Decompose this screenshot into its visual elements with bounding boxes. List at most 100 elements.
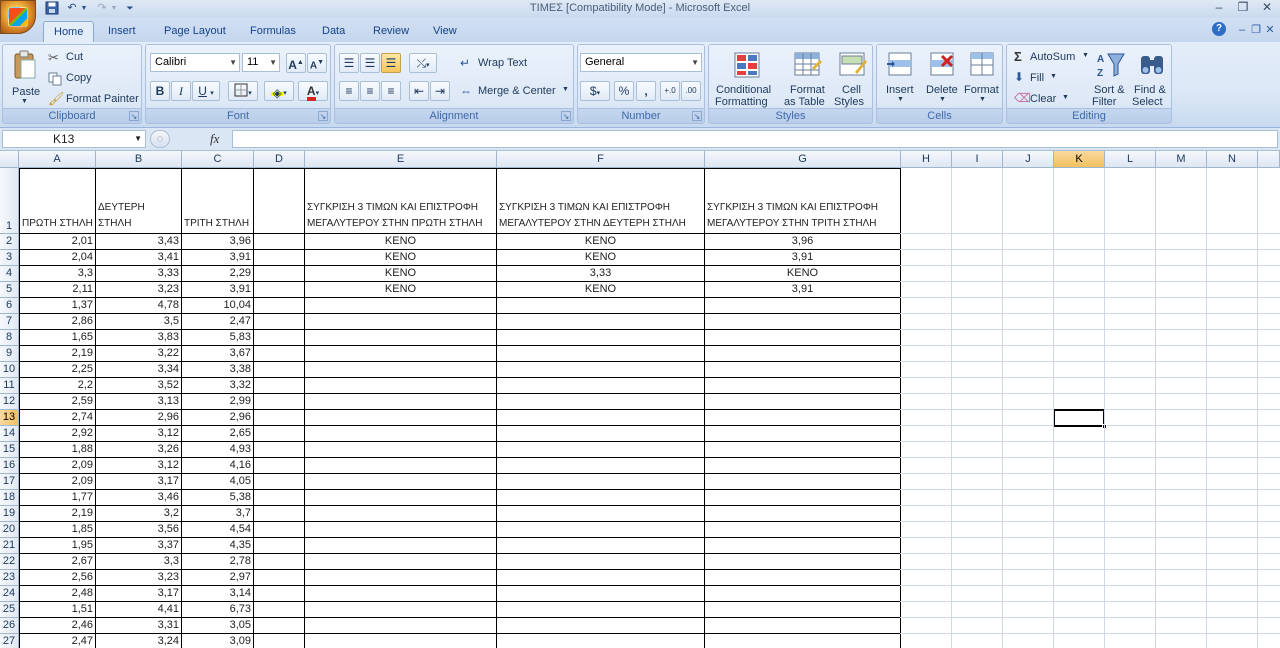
cell-b9[interactable]: 3,22 [96,346,182,362]
align-center-button[interactable]: ≡ [360,81,380,101]
cell-g11[interactable] [705,378,901,394]
cell-g25[interactable] [705,602,901,618]
cell-e13[interactable] [305,410,497,426]
align-right-button[interactable]: ≡ [381,81,401,101]
cell-b4[interactable]: 3,33 [96,266,182,282]
cell-d23[interactable] [254,570,305,586]
font-size-combo[interactable]: 11 ▼ [242,53,280,72]
cell-d3[interactable] [254,250,305,266]
cell-d13[interactable] [254,410,305,426]
row-header-9[interactable]: 9 [0,346,19,362]
cell-b14[interactable]: 3,12 [96,426,182,442]
cell-d14[interactable] [254,426,305,442]
cell-e5[interactable]: ΚΕΝΟ [305,282,497,298]
row-header-26[interactable]: 26 [0,618,19,634]
cell-f4[interactable]: 3,33 [497,266,705,282]
cell-c2[interactable]: 3,96 [182,234,254,250]
cell-d7[interactable] [254,314,305,330]
italic-button[interactable]: I [171,81,191,101]
cell-e11[interactable] [305,378,497,394]
row-header-14[interactable]: 14 [0,426,19,442]
cell-a11[interactable]: 2,2 [19,378,96,394]
cell-f17[interactable] [497,474,705,490]
column-header-b[interactable]: B [96,151,182,168]
cell-f15[interactable] [497,442,705,458]
column-header-g[interactable]: G [705,151,901,168]
cell-d12[interactable] [254,394,305,410]
cell-d22[interactable] [254,554,305,570]
cell-d24[interactable] [254,586,305,602]
cell-b6[interactable]: 4,78 [96,298,182,314]
row-header-11[interactable]: 11 [0,378,19,394]
borders-button[interactable]: ▾ [228,81,258,101]
wrap-text-button[interactable]: ↵ Wrap Text [457,53,569,73]
cell-g2[interactable]: 3,96 [705,234,901,250]
cell-styles-button[interactable]: Cell Styles [831,47,871,108]
cell-b5[interactable]: 3,23 [96,282,182,298]
cell-f26[interactable] [497,618,705,634]
cell-a26[interactable]: 2,46 [19,618,96,634]
clear-button[interactable]: ⌫ Clear ▼ [1011,89,1075,109]
cell-f9[interactable] [497,346,705,362]
cell-e3[interactable]: ΚΕΝΟ [305,250,497,266]
cell-g17[interactable] [705,474,901,490]
row-header-23[interactable]: 23 [0,570,19,586]
font-launcher-icon[interactable]: ↘ [318,111,328,121]
row-header-7[interactable]: 7 [0,314,19,330]
cell-f10[interactable] [497,362,705,378]
tab-view[interactable]: View [423,21,467,42]
align-top-button[interactable]: ☰ [339,53,359,73]
cell-e24[interactable] [305,586,497,602]
cell-c13[interactable]: 2,96 [182,410,254,426]
row-header-21[interactable]: 21 [0,538,19,554]
cell-e12[interactable] [305,394,497,410]
cell-b1[interactable]: ΔΕΥΤΕΡΗ ΣΤΗΛΗ [96,168,182,234]
align-left-button[interactable]: ≡ [339,81,359,101]
cell-f13[interactable] [497,410,705,426]
tab-page-layout[interactable]: Page Layout [154,21,236,42]
column-header-d[interactable]: D [254,151,305,168]
cell-d11[interactable] [254,378,305,394]
cell-e8[interactable] [305,330,497,346]
row-header-22[interactable]: 22 [0,554,19,570]
cell-e10[interactable] [305,362,497,378]
cell-e1[interactable]: ΣΥΓΚΡΙΣΗ 3 ΤΙΜΩΝ ΚΑΙ ΕΠΙΣΤΡΟΦΗ ΜΕΓΑΛΥΤΕΡ… [305,168,497,234]
cell-f1[interactable]: ΣΥΓΚΡΙΣΗ 3 ΤΙΜΩΝ ΚΑΙ ΕΠΙΣΤΡΟΦΗ ΜΕΓΑΛΥΤΕΡ… [497,168,705,234]
cell-c18[interactable]: 5,38 [182,490,254,506]
cell-g3[interactable]: 3,91 [705,250,901,266]
cell-f6[interactable] [497,298,705,314]
tab-insert[interactable]: Insert [98,21,146,42]
cell-b25[interactable]: 4,41 [96,602,182,618]
cell-g18[interactable] [705,490,901,506]
row-header-18[interactable]: 18 [0,490,19,506]
cell-a10[interactable]: 2,25 [19,362,96,378]
cell-c9[interactable]: 3,67 [182,346,254,362]
cell-a5[interactable]: 2,11 [19,282,96,298]
cell-g5[interactable]: 3,91 [705,282,901,298]
cell-g4[interactable]: ΚΕΝΟ [705,266,901,282]
cell-f19[interactable] [497,506,705,522]
cell-d26[interactable] [254,618,305,634]
cell-f14[interactable] [497,426,705,442]
cell-d6[interactable] [254,298,305,314]
cell-f5[interactable]: ΚΕΝΟ [497,282,705,298]
find-select-button[interactable]: Find & Select [1131,47,1171,108]
cell-d16[interactable] [254,458,305,474]
cell-c27[interactable]: 3,09 [182,634,254,648]
cell-g26[interactable] [705,618,901,634]
row-header-17[interactable]: 17 [0,474,19,490]
cell-a2[interactable]: 2,01 [19,234,96,250]
cell-b27[interactable]: 3,24 [96,634,182,648]
cell-f20[interactable] [497,522,705,538]
cell-c15[interactable]: 4,93 [182,442,254,458]
cell-c8[interactable]: 5,83 [182,330,254,346]
cell-c22[interactable]: 2,78 [182,554,254,570]
cell-b22[interactable]: 3,3 [96,554,182,570]
increase-indent-button[interactable]: ⇥ [430,81,450,101]
cell-b12[interactable]: 3,13 [96,394,182,410]
cell-c4[interactable]: 2,29 [182,266,254,282]
row-header-6[interactable]: 6 [0,298,19,314]
column-header-i[interactable]: I [952,151,1003,168]
cell-b24[interactable]: 3,17 [96,586,182,602]
cell-g12[interactable] [705,394,901,410]
